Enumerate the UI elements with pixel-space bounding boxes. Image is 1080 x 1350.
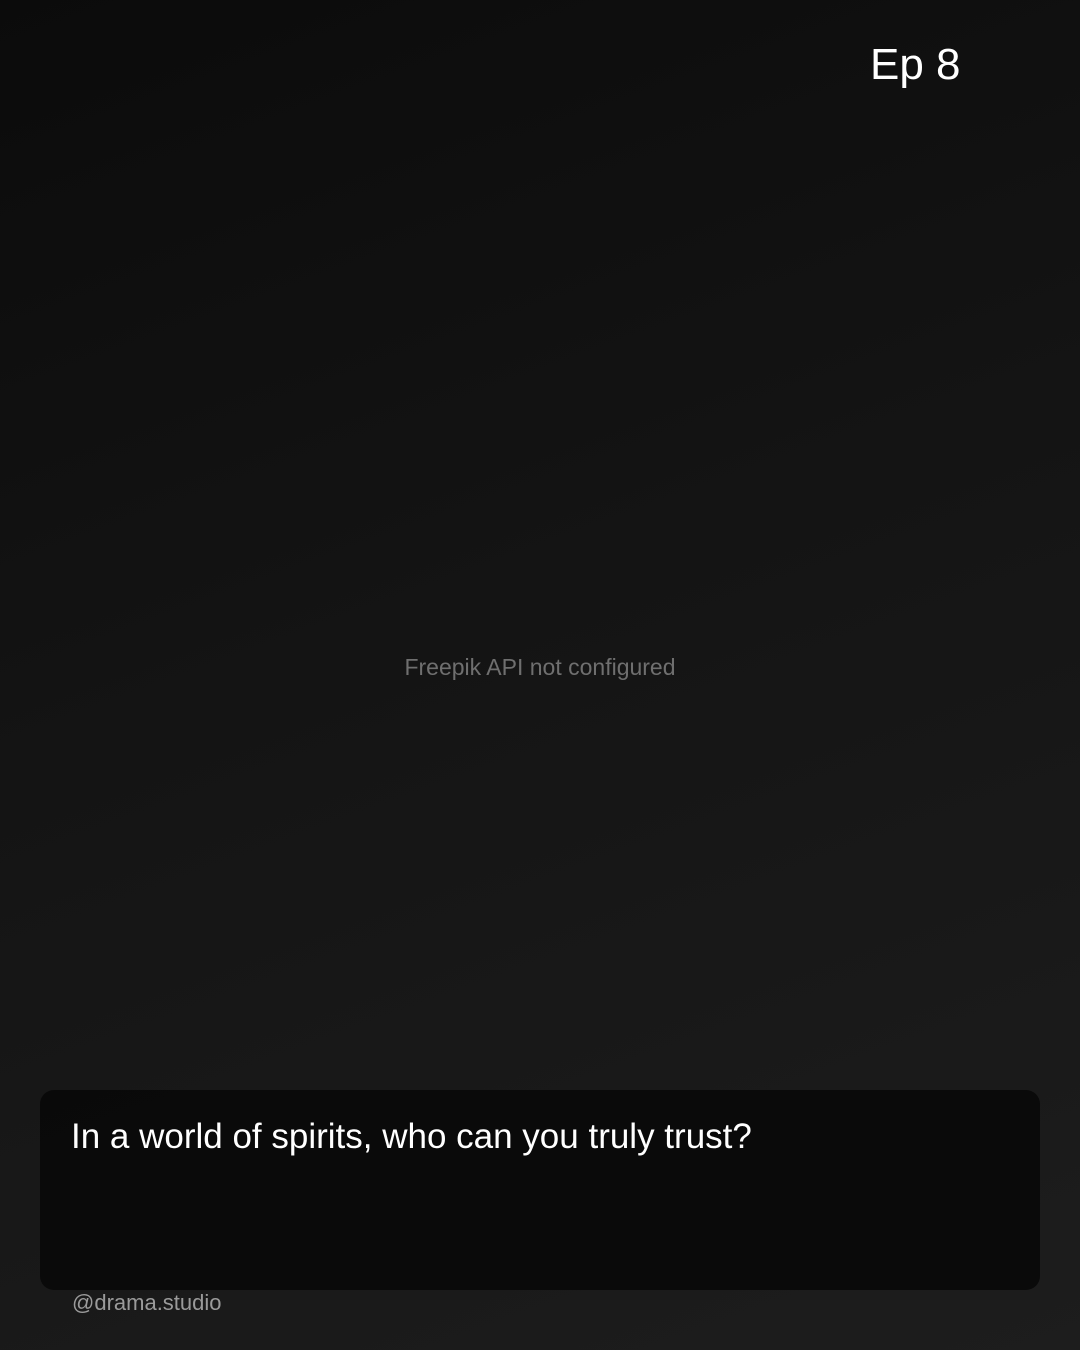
- caption-text: In a world of spirits, who can you truly…: [71, 1117, 752, 1156]
- studio-handle: @drama.studio: [72, 1290, 222, 1315]
- episode-number: Ep 8: [870, 40, 961, 89]
- caption-box: In a world of spirits, who can you truly…: [40, 1090, 1040, 1290]
- episode-card: { "episode": { "label": "Ep 8" }, "image…: [0, 0, 1080, 1350]
- image-placeholder-message: Freepik API not configured: [404, 654, 676, 680]
